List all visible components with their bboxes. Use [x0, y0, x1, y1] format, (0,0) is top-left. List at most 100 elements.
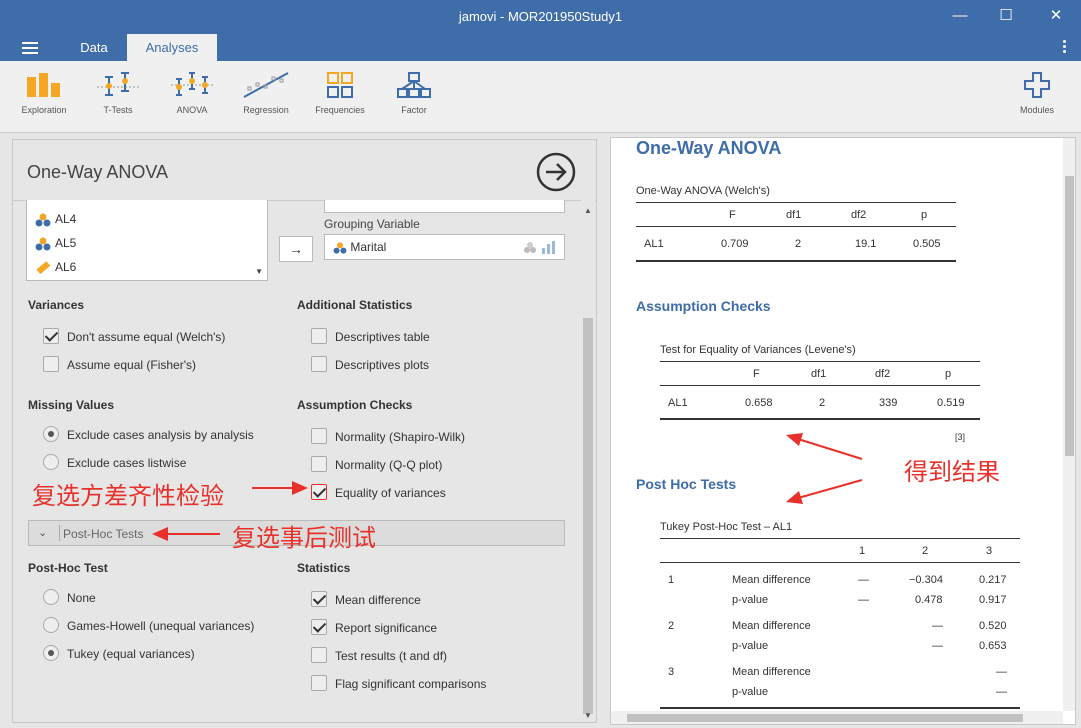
table-header: F — [753, 368, 760, 380]
mean-difference-checkbox[interactable]: Mean difference — [311, 591, 421, 609]
table-header: 3 — [986, 545, 993, 557]
table-cell: 0.658 — [745, 397, 773, 409]
shapiro-wilk-checkbox[interactable]: Normality (Shapiro-Wilk) — [311, 428, 465, 446]
assumption-checks-title: Assumption Checks — [636, 298, 771, 314]
table-rule — [660, 385, 980, 386]
variable-list[interactable]: AL4 AL5 AL6 ▼ — [26, 200, 268, 281]
ribbon-label: Factor — [401, 105, 427, 115]
ribbon-anova[interactable]: ANOVA — [157, 71, 227, 115]
hamburger-menu-icon[interactable] — [22, 42, 38, 54]
more-options-icon[interactable] — [1063, 40, 1067, 55]
post-hoc-test-heading: Post-Hoc Test — [28, 561, 108, 575]
equality-of-variances-checkbox[interactable]: Equality of variances — [311, 484, 446, 502]
table-header: p — [945, 368, 952, 380]
games-howell-radio[interactable]: Games-Howell (unequal variances) — [43, 617, 254, 635]
ribbon-label: Exploration — [21, 105, 67, 115]
tukey-radio[interactable]: Tukey (equal variances) — [43, 645, 195, 663]
table-cell: 1 — [668, 574, 675, 586]
table-cell: 0.505 — [913, 238, 941, 250]
table-header: df2 — [875, 368, 891, 380]
table-cell: — — [996, 686, 1007, 698]
factor-icon — [397, 72, 431, 98]
table-rule — [636, 226, 956, 227]
table-rule — [660, 361, 980, 362]
table-rule — [660, 707, 1020, 709]
table-cell: 0.478 — [915, 594, 943, 606]
panel-title: One-Way ANOVA — [27, 162, 169, 182]
list-item[interactable]: AL6 — [35, 258, 76, 276]
scrollbar-thumb[interactable] — [1065, 176, 1074, 456]
table-cell: 0.520 — [979, 620, 1007, 632]
analysis-options-panel: One-Way ANOVA AL4 AL5 AL6 ▼ → Grouping V… — [12, 139, 597, 723]
flag-significant-checkbox[interactable]: Flag significant comparisons — [311, 675, 486, 693]
table-cell: p-value — [732, 640, 769, 652]
ribbon-label: Regression — [243, 105, 289, 115]
results-vertical-scrollbar[interactable] — [1063, 138, 1075, 711]
table-rule — [660, 418, 980, 420]
ribbon-t-tests[interactable]: T-Tests — [83, 71, 153, 115]
scrollbar-thumb[interactable] — [627, 714, 1023, 722]
table-cell: 0.653 — [979, 640, 1007, 652]
ribbon-frequencies[interactable]: Frequencies — [305, 71, 375, 115]
t-tests-icon — [97, 72, 139, 96]
test-results-checkbox[interactable]: Test results (t and df) — [311, 647, 447, 665]
nominal-variable-icon — [333, 242, 347, 254]
exclude-analysis-radio[interactable]: Exclude cases analysis by analysis — [43, 426, 254, 444]
dependent-variable-box[interactable] — [324, 200, 565, 213]
annotation-arrow-icon — [786, 479, 863, 504]
panel-scrollbar[interactable]: ▲ ▼ — [581, 200, 595, 722]
chevron-down-icon[interactable]: ⌄ — [38, 526, 47, 539]
chevron-down-icon[interactable]: ▼ — [255, 267, 263, 276]
tab-data[interactable]: Data — [64, 34, 124, 61]
table-rule — [636, 260, 956, 262]
table-header: 2 — [922, 545, 929, 557]
minimize-button[interactable]: — — [950, 6, 970, 26]
table-cell: 0.709 — [721, 238, 749, 250]
qq-plot-checkbox[interactable]: Normality (Q-Q plot) — [311, 456, 442, 474]
footnote-marker: [3] — [955, 432, 966, 442]
scrollbar-thumb[interactable] — [583, 318, 593, 714]
post-hoc-section-label: Post-Hoc Tests — [63, 527, 144, 541]
results-horizontal-scrollbar[interactable] — [611, 711, 1063, 724]
table-cell: 0.217 — [979, 574, 1007, 586]
table-cell: p-value — [732, 594, 769, 606]
anova-icon — [171, 72, 213, 96]
ribbon-exploration[interactable]: Exploration — [9, 71, 79, 115]
descriptives-plots-checkbox[interactable]: Descriptives plots — [311, 356, 429, 374]
ribbon-modules[interactable]: Modules — [1002, 71, 1072, 115]
list-item[interactable]: AL4 — [35, 210, 76, 228]
fisher-checkbox[interactable]: Assume equal (Fisher's) — [43, 356, 196, 374]
table-cell: AL1 — [668, 397, 688, 409]
measure-type-icon — [524, 241, 555, 254]
ribbon-regression[interactable]: Regression — [231, 71, 301, 115]
ribbon-label: Frequencies — [315, 105, 365, 115]
grouping-variable-box[interactable]: Marital — [324, 234, 565, 260]
nominal-variable-icon — [35, 237, 51, 251]
grouping-variable-value[interactable]: Marital — [333, 240, 386, 254]
table-cell: — — [996, 666, 1007, 678]
descriptives-table-checkbox[interactable]: Descriptives table — [311, 328, 430, 346]
report-significance-checkbox[interactable]: Report significance — [311, 619, 437, 637]
tab-analyses[interactable]: Analyses — [127, 34, 217, 61]
ribbon-factor[interactable]: Factor — [379, 71, 449, 115]
title-bar: jamovi - MOR201950Study1 — ☐ ✕ — [0, 0, 1081, 34]
table-cell: 2 — [668, 620, 675, 632]
modules-plus-icon — [1024, 72, 1050, 98]
maximize-button[interactable]: ☐ — [996, 6, 1016, 26]
run-arrow-icon[interactable] — [535, 151, 577, 193]
welch-checkbox[interactable]: Don't assume equal (Welch's) — [43, 328, 225, 346]
scroll-down-icon[interactable]: ▼ — [584, 711, 592, 720]
move-variable-button[interactable]: → — [279, 236, 313, 262]
exclude-listwise-radio[interactable]: Exclude cases listwise — [43, 454, 186, 472]
table-cell: 2 — [795, 238, 802, 250]
table-cell: — — [932, 620, 943, 632]
table-cell: — — [932, 640, 943, 652]
nominal-variable-icon — [35, 213, 51, 227]
posthoc-none-radio[interactable]: None — [43, 589, 96, 607]
table-rule — [660, 562, 1020, 563]
scroll-up-icon[interactable]: ▲ — [584, 206, 592, 215]
table-rule — [636, 202, 956, 203]
close-button[interactable]: ✕ — [1046, 6, 1066, 26]
list-item[interactable]: AL5 — [35, 234, 76, 252]
table-header: F — [729, 209, 736, 221]
